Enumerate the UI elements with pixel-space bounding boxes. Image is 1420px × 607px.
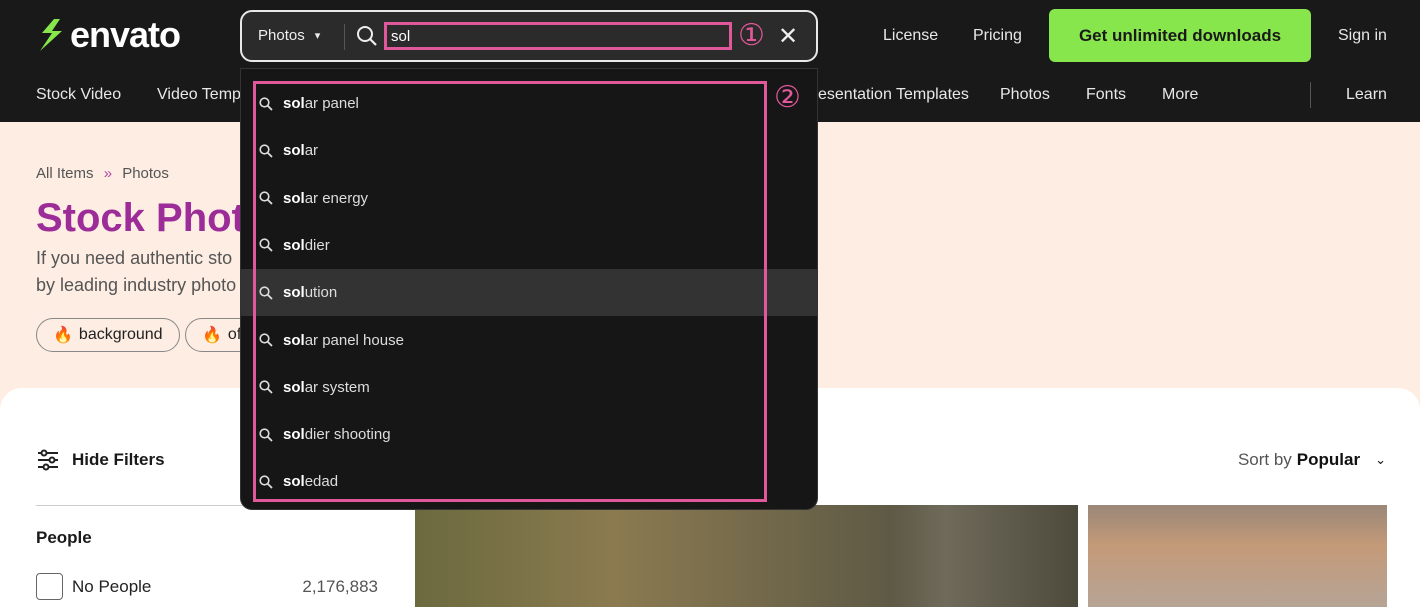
nav-video-templates[interactable]: Video Temp [157, 86, 241, 104]
sort-value: Popular [1296, 450, 1361, 469]
suggestion-item[interactable]: solar panel house [241, 317, 817, 364]
description-line-1: If you need authentic sto [36, 248, 233, 268]
suggestion-text: solar system [283, 378, 370, 396]
envato-logo[interactable]: envato [36, 14, 181, 56]
suggestion-item[interactable]: solar panel [241, 80, 817, 127]
nav-divider [1310, 82, 1311, 108]
nav-stock-video[interactable]: Stock Video [36, 86, 121, 104]
suggestion-text: soledad [283, 473, 339, 491]
suggestion-text: soldier shooting [283, 426, 391, 444]
search-icon [259, 238, 273, 253]
nav-photos[interactable]: Photos [1000, 86, 1050, 104]
fire-icon: 🔥 [53, 327, 73, 344]
license-link[interactable]: License [883, 27, 938, 45]
search-bar: Photos ▾ ① ✕ [240, 10, 818, 62]
no-people-label[interactable]: No People [72, 577, 151, 597]
search-icon [259, 286, 273, 300]
nav-presentation-templates[interactable]: esentation Templates [818, 86, 969, 104]
search-icon [259, 333, 273, 347]
chevron-down-icon: ▾ [314, 30, 321, 42]
sort-label: Sort by [1237, 450, 1292, 469]
search-icon [259, 191, 273, 205]
suggestion-item[interactable]: solution [241, 269, 817, 317]
chevron-down-icon: ⌄ [1375, 452, 1386, 467]
photo-thumbnail-forest[interactable] [1088, 505, 1387, 607]
breadcrumb-separator: » [103, 165, 113, 182]
no-people-checkbox[interactable] [36, 573, 63, 600]
breadcrumb-photos[interactable]: Photos [122, 165, 169, 182]
people-filter-heading: People [36, 528, 92, 547]
hide-filters-button[interactable]: Hide Filters [36, 449, 165, 471]
search-icon [259, 144, 273, 158]
suggestion-text: solar [283, 142, 319, 160]
search-icon [259, 427, 273, 442]
search-icon [259, 380, 273, 394]
nav-more[interactable]: More [1162, 86, 1198, 104]
description-line-2: by leading industry photo [36, 275, 237, 295]
logo-text: envato [70, 14, 181, 55]
fire-icon: 🔥 [202, 327, 222, 344]
hide-filters-label: Hide Filters [72, 450, 165, 469]
search-divider [344, 24, 345, 50]
suggestion-item[interactable]: soledad [241, 458, 817, 505]
suggestions-dropdown: solar panel solar solar energy soldier solut… [240, 68, 818, 510]
chip-background[interactable]: 🔥 background [36, 318, 180, 352]
chip-label: background [78, 326, 163, 343]
leaf-icon [40, 19, 62, 51]
suggestion-item[interactable]: solar [241, 127, 817, 174]
suggestion-text: soldier [283, 236, 330, 254]
no-people-count: 2,176,883 [302, 577, 378, 596]
pricing-link[interactable]: Pricing [973, 27, 1022, 45]
annotation-2: ② [774, 81, 801, 114]
sort-dropdown[interactable]: Sort by Popular ⌄ [1238, 450, 1386, 470]
sliders-icon [38, 449, 58, 471]
nav-fonts[interactable]: Fonts [1086, 86, 1126, 104]
category-label: Photos [258, 27, 305, 44]
search-icon [259, 96, 273, 111]
search-input[interactable] [384, 22, 732, 50]
search-icon [259, 475, 273, 489]
suggestion-text: solar panel house [283, 331, 404, 349]
get-unlimited-downloads-button[interactable]: Get unlimited downloads [1049, 9, 1311, 62]
annotation-1: ① [738, 19, 765, 52]
breadcrumb: All Items » Photos [36, 165, 169, 182]
suggestion-text: solar energy [283, 189, 369, 207]
suggestion-item[interactable]: soldier shooting [241, 411, 817, 458]
suggestion-text: solar panel [283, 95, 359, 112]
search-icon [357, 26, 377, 46]
nav-learn[interactable]: Learn [1346, 86, 1387, 104]
category-select[interactable]: Photos ▾ [258, 27, 320, 44]
suggestion-item[interactable]: solar system [241, 364, 817, 411]
suggestion-item[interactable]: solar energy [241, 175, 817, 222]
sign-in-link[interactable]: Sign in [1338, 27, 1387, 45]
page-title: Stock Phot [36, 196, 245, 240]
photo-thumbnail-tree[interactable] [415, 505, 1078, 607]
breadcrumb-all-items[interactable]: All Items [36, 165, 94, 182]
suggestion-text: solution [283, 284, 338, 302]
suggestion-item[interactable]: soldier [241, 222, 817, 269]
clear-search-button[interactable]: ✕ [778, 22, 798, 51]
